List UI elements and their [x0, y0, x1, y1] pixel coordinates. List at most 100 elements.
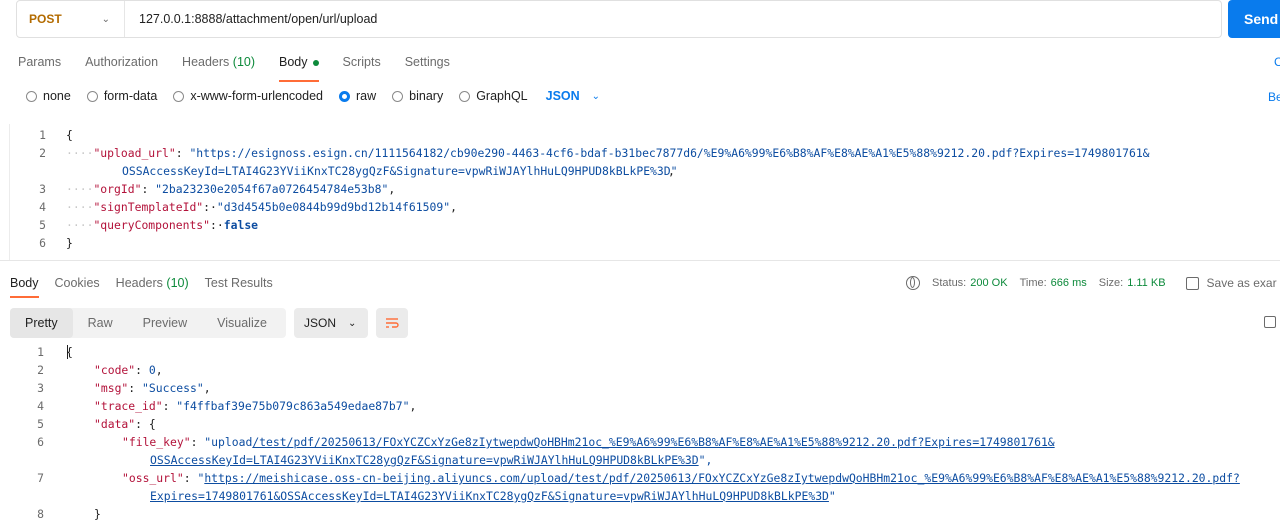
radio-label: form-data	[103, 89, 158, 103]
response-meta: Status: 200 OK Time: 666 ms Size: 1.11 KB S…	[906, 276, 1277, 290]
response-tabs: Body Cookies Headers (10) Test Results	[10, 276, 289, 298]
status-label: Status:	[932, 277, 967, 289]
view-pretty[interactable]: Pretty	[10, 308, 73, 338]
response-format-select[interactable]: JSON ⌄	[294, 308, 368, 338]
tab-cookies[interactable]: Cookies	[55, 276, 100, 290]
cookies-link[interactable]: C	[1274, 55, 1280, 69]
json-string: "2ba23230e2054f67a0726454784e53b8"	[155, 182, 389, 196]
code-text: }	[94, 507, 101, 521]
pane-divider[interactable]	[0, 260, 1280, 261]
line-number: 8	[37, 507, 44, 521]
view-preview[interactable]: Preview	[128, 308, 202, 338]
body-indicator-dot	[312, 59, 319, 66]
tab-response-headers[interactable]: Headers (10)	[116, 276, 189, 290]
json-string: OSSAccessKeyId=LTAI4G23YViiKnxTC28ygQzF&…	[122, 164, 678, 178]
json-key: "trace_id"	[94, 399, 163, 413]
tab-headers[interactable]: Headers (10)	[182, 54, 255, 76]
wrap-lines-button[interactable]	[376, 308, 408, 338]
json-link[interactable]: /test/pdf/20250613/FOxYCZCxYzGe8zIytwepd…	[252, 435, 1054, 449]
tab-label: Settings	[404, 55, 450, 69]
radio-binary[interactable]: binary	[392, 89, 443, 103]
json-key: "orgId"	[93, 182, 142, 196]
body-format-label: JSON	[545, 89, 580, 103]
line-number: 4	[37, 399, 44, 413]
code-text: }	[66, 236, 73, 250]
tab-test-results[interactable]: Test Results	[205, 276, 273, 290]
json-key: "file_key"	[122, 435, 191, 449]
save-as-example-button[interactable]: Save as exar	[1207, 276, 1277, 290]
chevron-down-icon: ⌄	[101, 13, 110, 25]
size-label: Size:	[1098, 277, 1124, 289]
time-value[interactable]: 666 ms	[1051, 277, 1087, 289]
tab-response-body[interactable]: Body	[10, 276, 39, 298]
line-number: 1	[37, 345, 44, 359]
tab-label: Cookies	[54, 276, 100, 290]
tab-label: Body	[10, 276, 39, 290]
url-input[interactable]: 127.0.0.1:8888/attachment/open/url/uploa…	[125, 12, 377, 26]
radio-label: binary	[409, 89, 444, 103]
radio-form-data[interactable]: form-data	[86, 89, 158, 103]
line-number: 4	[39, 200, 46, 214]
tab-authorization[interactable]: Authorization	[85, 54, 158, 76]
method-label: POST	[29, 12, 62, 26]
url-bar: POST ⌄ 127.0.0.1:8888/attachment/open/ur…	[16, 0, 1222, 38]
tab-label: Body	[279, 55, 308, 69]
line-number: 5	[37, 417, 44, 431]
json-key: "queryComponents"	[93, 218, 211, 232]
radio-label: GraphQL	[476, 89, 528, 103]
send-button[interactable]: Send	[1228, 0, 1280, 38]
radio-circle	[173, 90, 185, 102]
size-value[interactable]: 1.11 KB	[1127, 277, 1165, 289]
indent-dots: ····	[66, 146, 94, 160]
line-number: 1	[39, 128, 46, 142]
json-string: "d3d4545b0e0844b99d9bd12b14f61509"	[216, 200, 451, 214]
radio-circle	[459, 90, 471, 102]
beautify-link[interactable]: Be	[1268, 90, 1280, 104]
tab-label: Params	[18, 55, 62, 69]
radio-label: x-www-form-urlencoded	[190, 89, 323, 103]
json-string: "https://esignoss.esign.cn/1111564182/cb…	[189, 146, 1150, 160]
radio-urlencoded[interactable]: x-www-form-urlencoded	[173, 89, 323, 103]
view-raw[interactable]: Raw	[73, 308, 128, 338]
radio-label: none	[43, 89, 71, 103]
json-link[interactable]: Expires=1749801761&OSSAccessKeyId=LTAI4G…	[150, 489, 829, 503]
view-visualize[interactable]: Visualize	[202, 308, 282, 338]
code-text: {	[66, 128, 73, 142]
save-icon[interactable]	[1185, 276, 1199, 290]
line-number: 2	[37, 363, 44, 377]
json-key: "upload_url"	[93, 146, 176, 160]
line-number: 2	[39, 146, 46, 160]
copy-icon[interactable]	[1264, 316, 1276, 328]
tab-settings[interactable]: Settings	[405, 54, 450, 76]
code-text: {	[66, 345, 73, 359]
radio-circle	[86, 90, 98, 102]
status-value[interactable]: 200 OK	[970, 277, 1007, 289]
tab-scripts[interactable]: Scripts	[343, 54, 381, 76]
method-select[interactable]: POST ⌄	[17, 1, 125, 37]
radio-none[interactable]: none	[26, 89, 71, 103]
json-boolean: false	[223, 218, 259, 232]
request-tabs: Params Authorization Headers (10) Body S…	[18, 54, 474, 82]
request-body-editor[interactable]: 1{ 2 ····"upload_url": "https://esignoss.…	[16, 126, 1280, 256]
format-label: JSON	[304, 316, 337, 330]
body-format-select[interactable]: JSON ⌄	[546, 89, 600, 103]
radio-circle	[339, 90, 350, 102]
json-link[interactable]: OSSAccessKeyId=LTAI4G23YViiKnxTC28ygQzF&…	[150, 453, 699, 467]
headers-count: (10)	[232, 55, 256, 69]
json-link[interactable]: https://meishicase.oss-cn-beijing.aliyun…	[204, 471, 1240, 485]
tab-label: Test Results	[204, 276, 273, 290]
json-string-end: ",	[698, 453, 713, 467]
radio-graphql[interactable]: GraphQL	[459, 89, 528, 103]
editor-gutter-edge	[0, 124, 10, 260]
tab-params[interactable]: Params	[18, 54, 61, 76]
json-key: "msg"	[94, 381, 129, 395]
headers-count: (10)	[166, 276, 189, 290]
line-number: 5	[39, 218, 46, 232]
line-number: 7	[37, 471, 44, 485]
response-body-viewer[interactable]: 1{ 2 "code": 0, 3 "msg": "Success", 4 "trac…	[14, 343, 1280, 522]
tab-body[interactable]: Body	[279, 54, 319, 82]
json-key: "signTemplateId"	[93, 200, 204, 214]
globe-icon[interactable]	[906, 276, 920, 290]
json-key: "oss_url"	[122, 471, 184, 485]
radio-raw[interactable]: raw	[339, 89, 376, 103]
